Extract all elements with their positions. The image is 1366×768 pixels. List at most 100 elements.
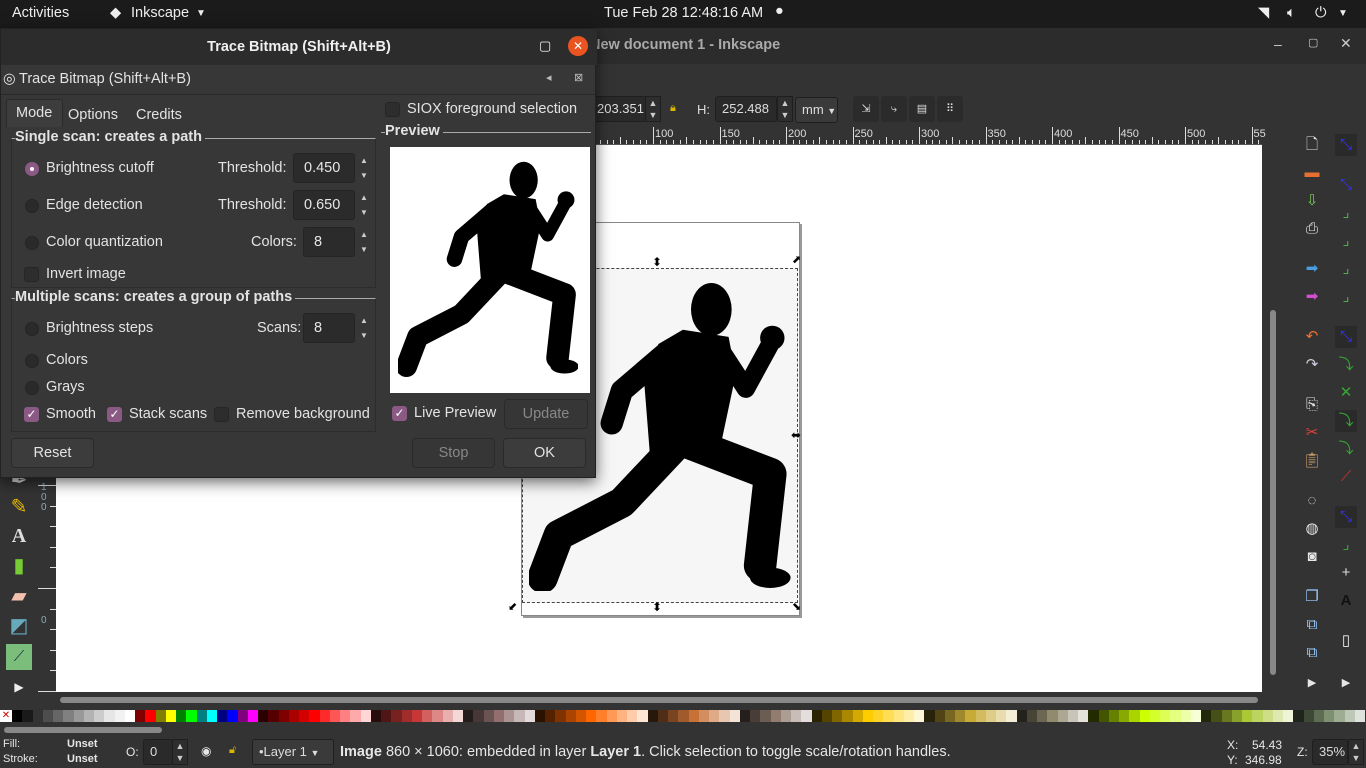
color-swatch[interactable] — [1211, 710, 1222, 722]
siox-checkbox[interactable] — [385, 102, 400, 117]
width-spin-buttons[interactable]: ▲ ▼ — [645, 96, 661, 122]
color-swatch[interactable] — [299, 710, 310, 722]
import-icon[interactable]: ⇩ — [1301, 190, 1323, 212]
color-swatch[interactable] — [555, 710, 566, 722]
color-swatch[interactable] — [565, 710, 576, 722]
wifi-icon[interactable]: ◥ — [1258, 5, 1269, 21]
color-swatch[interactable] — [1242, 710, 1253, 722]
color-swatch[interactable] — [217, 710, 228, 722]
snap-intersections-icon[interactable]: ✕ — [1335, 382, 1357, 404]
color-swatch[interactable] — [975, 710, 986, 722]
power-icon[interactable]: ⏻ — [1315, 5, 1326, 21]
color-swatch[interactable] — [575, 710, 586, 722]
new-document-icon[interactable]: 🗋 — [1301, 134, 1323, 156]
paste-icon[interactable]: 📋︎ — [1301, 450, 1323, 472]
stack-scans-checkbox[interactable]: ✓ — [107, 407, 122, 422]
color-swatch[interactable] — [1303, 710, 1314, 722]
lock-icon[interactable]: 🔒︎ — [670, 102, 676, 115]
ok-button[interactable]: OK — [503, 438, 586, 468]
color-swatch[interactable] — [411, 710, 422, 722]
snap-bbox-midpoints-icon[interactable]: ⌟ — [1335, 258, 1357, 280]
more-commands-arrow-icon[interactable]: ▶ — [1301, 672, 1323, 694]
color-swatch[interactable] — [903, 710, 914, 722]
color-swatch[interactable] — [1067, 710, 1078, 722]
color-swatch[interactable] — [924, 710, 935, 722]
update-button[interactable]: Update — [504, 399, 588, 429]
color-swatch[interactable] — [1088, 710, 1099, 722]
color-swatch[interactable] — [657, 710, 668, 722]
smooth-checkbox[interactable]: ✓ — [24, 407, 39, 422]
color-swatch[interactable] — [842, 710, 853, 722]
color-swatch[interactable] — [32, 710, 43, 722]
fill-value[interactable]: Unset — [67, 738, 98, 750]
move-patterns-button[interactable]: ⠿ — [937, 96, 963, 122]
color-swatch[interactable] — [1108, 710, 1119, 722]
text-tool-icon[interactable]: A — [6, 523, 32, 549]
color-swatch[interactable] — [53, 710, 64, 722]
color-swatch[interactable] — [463, 710, 474, 722]
dialog-close-button[interactable]: ✕ — [568, 36, 588, 56]
color-swatch[interactable] — [873, 710, 884, 722]
color-swatch[interactable] — [1272, 710, 1283, 722]
activities-button[interactable]: Activities — [12, 5, 69, 21]
snap-others-icon[interactable]: ⤡ — [1335, 506, 1357, 528]
copy-icon[interactable]: ⎘ — [1301, 394, 1323, 416]
close-button[interactable]: ✕ — [1340, 35, 1352, 52]
color-quantization-radio[interactable] — [25, 236, 39, 250]
color-swatch[interactable] — [1354, 710, 1365, 722]
color-swatch[interactable] — [586, 710, 597, 722]
color-swatch[interactable] — [165, 710, 176, 722]
print-icon[interactable]: ⎙ — [1301, 218, 1323, 240]
color-swatch[interactable] — [319, 710, 330, 722]
snap-text-baseline-icon[interactable]: A — [1335, 590, 1357, 612]
color-swatch[interactable] — [698, 710, 709, 722]
color-swatch[interactable] — [288, 710, 299, 722]
scroll-thumb[interactable] — [1270, 310, 1276, 675]
live-preview-checkbox[interactable]: ✓ — [392, 406, 407, 421]
spray-tool-icon[interactable]: ▮ — [6, 553, 32, 579]
brightness-cutoff-radio[interactable] — [25, 162, 39, 176]
unlink-clone-icon[interactable]: ⧉ — [1301, 642, 1323, 664]
undo-icon[interactable]: ↶ — [1301, 326, 1323, 348]
color-swatch[interactable] — [1006, 710, 1017, 722]
color-swatch[interactable] — [596, 710, 607, 722]
color-swatch[interactable] — [114, 710, 125, 722]
color-swatch[interactable] — [914, 710, 925, 722]
color-swatch[interactable] — [1324, 710, 1335, 722]
color-swatch[interactable] — [493, 710, 504, 722]
color-swatch[interactable] — [247, 710, 258, 722]
edge-detection-radio[interactable] — [25, 199, 39, 213]
color-swatch[interactable] — [237, 710, 248, 722]
snap-bbox-corners-icon[interactable]: ⌟ — [1335, 230, 1357, 252]
color-swatch[interactable] — [1037, 710, 1048, 722]
color-swatch[interactable] — [401, 710, 412, 722]
color-swatch[interactable] — [647, 710, 658, 722]
reset-button[interactable]: Reset — [11, 438, 94, 468]
color-swatch[interactable] — [739, 710, 750, 722]
color-swatch[interactable] — [934, 710, 945, 722]
color-swatch[interactable] — [1283, 710, 1294, 722]
color-swatch[interactable] — [360, 710, 371, 722]
color-swatch[interactable] — [135, 710, 146, 722]
color-swatch[interactable] — [1252, 710, 1263, 722]
pen-tool-icon[interactable]: ✎ — [6, 494, 32, 520]
color-swatch[interactable] — [268, 710, 279, 722]
color-swatch[interactable] — [616, 710, 627, 722]
color-swatch[interactable] — [1047, 710, 1058, 722]
color-swatch[interactable] — [1170, 710, 1181, 722]
panel-close-button[interactable]: ⊠ — [574, 71, 583, 84]
color-swatch[interactable] — [1313, 710, 1324, 722]
color-swatch[interactable] — [893, 710, 904, 722]
color-swatch[interactable] — [524, 710, 535, 722]
opacity-input[interactable]: 0 — [143, 739, 173, 765]
system-menu-chevron-icon[interactable]: ▼ — [1338, 8, 1348, 19]
scans-spin[interactable]: ▲ ▼ — [355, 313, 373, 343]
scale-stroke-button[interactable]: ⇲ — [853, 96, 879, 122]
duplicate-icon[interactable]: ❐ — [1301, 586, 1323, 608]
color-swatch[interactable] — [627, 710, 638, 722]
color-swatch[interactable] — [709, 710, 720, 722]
height-input[interactable]: 252.488 — [715, 96, 777, 122]
horizontal-scrollbar[interactable] — [60, 697, 1258, 703]
unit-select[interactable]: mm ▼ — [795, 97, 838, 123]
color-swatch[interactable] — [186, 710, 197, 722]
